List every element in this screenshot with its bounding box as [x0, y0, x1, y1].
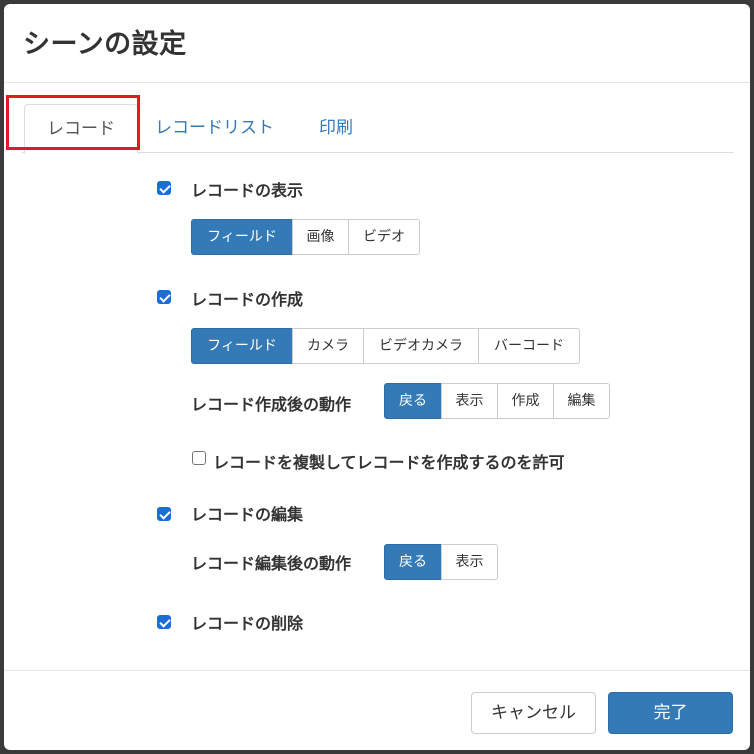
record-display-mode-group: フィールド 画像 ビデオ: [191, 219, 420, 255]
tab-record[interactable]: レコード: [24, 104, 138, 154]
after-create-back-button[interactable]: 戻る: [384, 383, 442, 419]
allow-duplicate-label: レコードを複製してレコードを作成するのを許可: [213, 453, 565, 472]
record-create-mode-group: フィールド カメラ ビデオカメラ バーコード: [191, 328, 580, 364]
dialog-footer: キャンセル 完了: [4, 670, 750, 750]
record-create-videocamera-button[interactable]: ビデオカメラ: [363, 328, 479, 364]
cancel-button[interactable]: キャンセル: [471, 692, 596, 734]
record-create-checkbox[interactable]: [157, 290, 171, 304]
record-edit-label: レコードの編集: [191, 505, 304, 524]
record-create-after-action-label: レコード作成後の動作: [191, 395, 352, 414]
after-edit-back-button[interactable]: 戻る: [384, 544, 442, 580]
record-delete-label: レコードの削除: [191, 614, 304, 633]
done-button[interactable]: 完了: [608, 692, 733, 734]
record-create-after-action-group: 戻る 表示 作成 編集: [384, 383, 610, 419]
record-display-video-button[interactable]: ビデオ: [348, 219, 420, 255]
record-display-label: レコードの表示: [191, 181, 304, 200]
record-display-field-button[interactable]: フィールド: [191, 219, 293, 255]
record-create-label: レコードの作成: [191, 290, 304, 309]
after-create-view-button[interactable]: 表示: [441, 383, 498, 419]
dialog-title: シーンの設定: [23, 29, 187, 60]
after-create-create-button[interactable]: 作成: [497, 383, 554, 419]
record-edit-after-action-group: 戻る 表示: [384, 544, 498, 580]
after-edit-view-button[interactable]: 表示: [441, 544, 498, 580]
tab-bar: レコード レコードリスト 印刷: [22, 104, 734, 154]
tab-record-list[interactable]: レコードリスト: [155, 104, 274, 152]
record-display-checkbox[interactable]: [157, 181, 171, 195]
record-delete-checkbox[interactable]: [157, 615, 171, 629]
record-create-camera-button[interactable]: カメラ: [292, 328, 364, 364]
record-display-image-button[interactable]: 画像: [292, 219, 349, 255]
scene-settings-dialog: シーンの設定 レコード レコードリスト 印刷 レコードの表示 フィールド 画像 …: [4, 4, 750, 750]
after-create-edit-button[interactable]: 編集: [553, 383, 610, 419]
record-create-barcode-button[interactable]: バーコード: [478, 328, 580, 364]
record-create-field-button[interactable]: フィールド: [191, 328, 293, 364]
tab-print[interactable]: 印刷: [319, 104, 353, 152]
record-edit-checkbox[interactable]: [157, 507, 171, 521]
dialog-header: シーンの設定: [4, 4, 750, 83]
allow-duplicate-checkbox[interactable]: [192, 451, 206, 465]
record-edit-after-action-label: レコード編集後の動作: [191, 554, 352, 573]
